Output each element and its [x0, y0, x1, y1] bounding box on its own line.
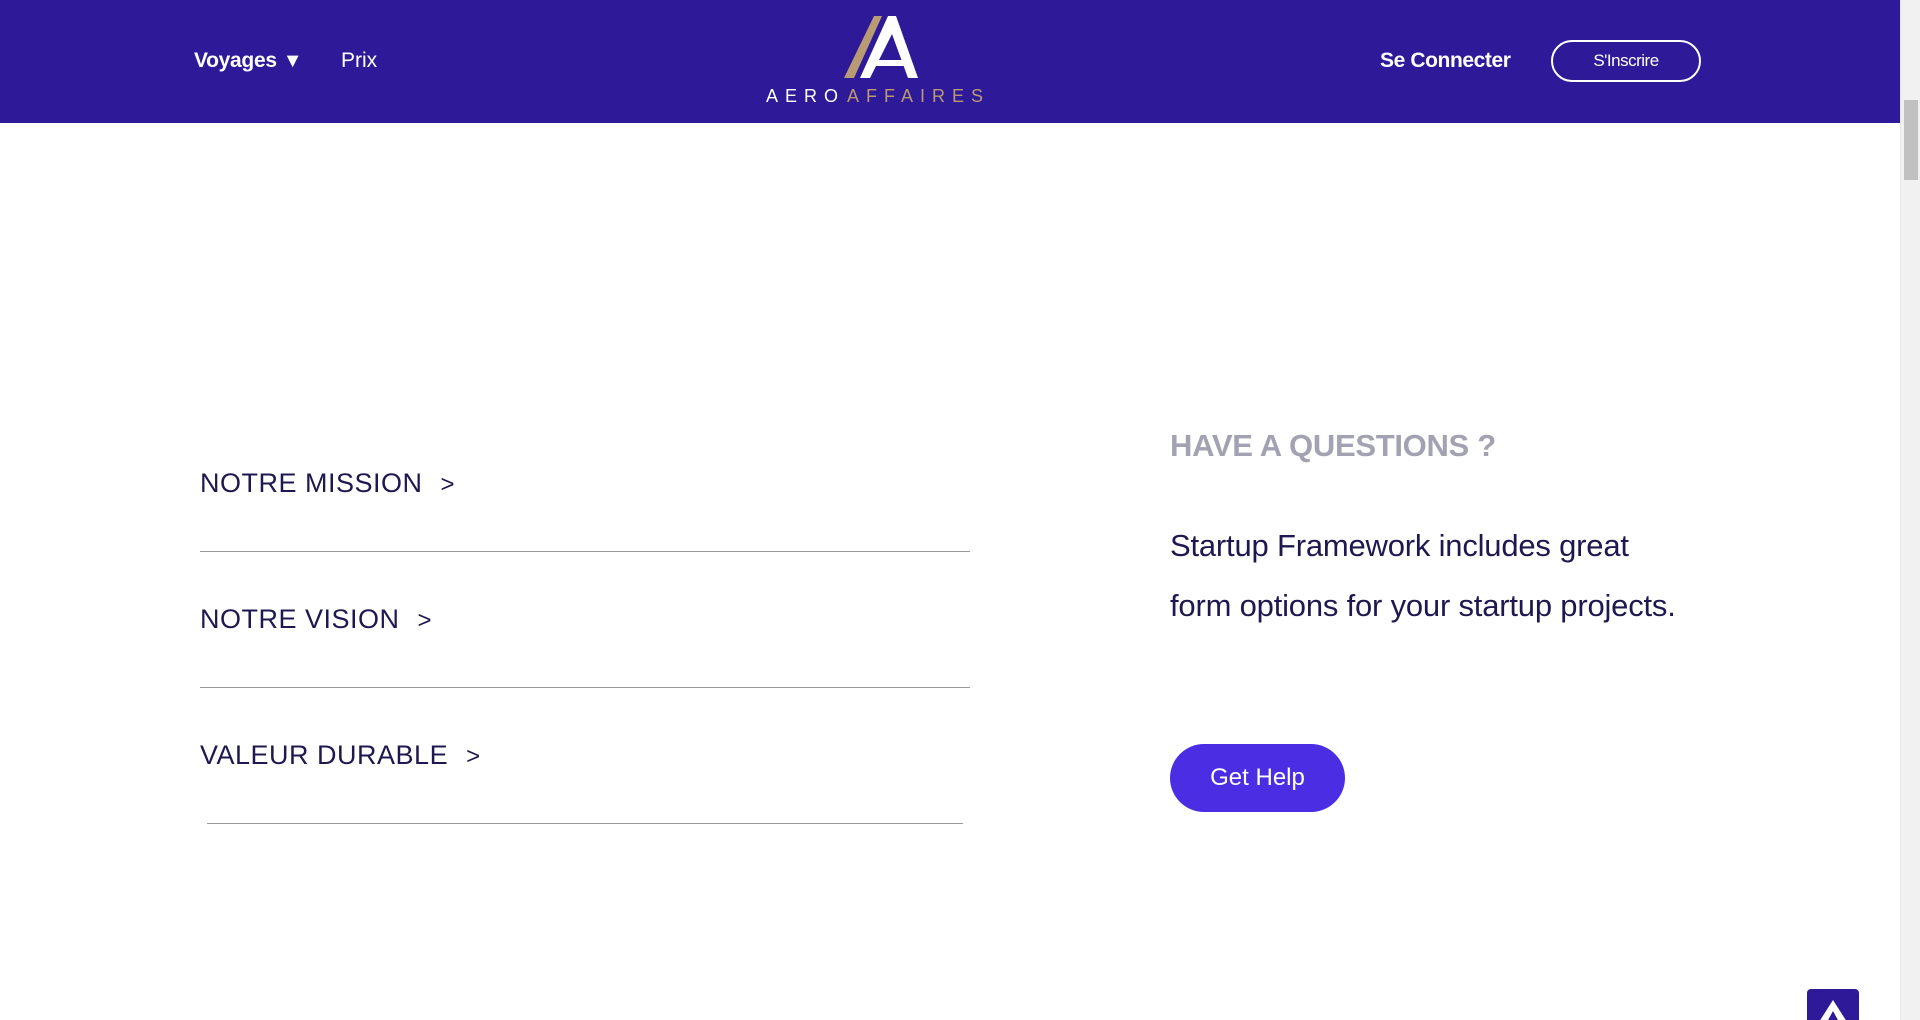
page: Voyages ▼ Prix AERO AFFAIRES Se Connecter …	[0, 0, 1920, 1020]
site-logo[interactable]: AERO AFFAIRES	[760, 14, 1000, 110]
get-help-button[interactable]: Get Help	[1170, 744, 1345, 812]
site-header: Voyages ▼ Prix AERO AFFAIRES Se Connecter …	[0, 0, 1900, 123]
accordion-label: VALEUR DURABLE	[200, 740, 449, 770]
accordion-title: VALEUR DURABLE >	[200, 740, 481, 771]
divider	[200, 551, 970, 552]
aero-affaires-logo-icon	[844, 16, 918, 78]
divider	[207, 823, 963, 824]
help-heading: HAVE A QUESTIONS ?	[1170, 428, 1496, 463]
accordion-item-valeur[interactable]: VALEUR DURABLE >	[200, 740, 970, 780]
accordion-title: NOTRE MISSION >	[200, 468, 455, 499]
nav-prix-link[interactable]: Prix	[341, 49, 377, 73]
arrow-up-icon	[1820, 1000, 1846, 1020]
divider	[200, 687, 970, 688]
chevron-right-icon: >	[440, 471, 456, 498]
chevron-right-icon: >	[417, 607, 433, 634]
nav-voyages-label: Voyages	[194, 49, 277, 72]
page-scrollbar[interactable]	[1900, 0, 1920, 1020]
scrollbar-thumb[interactable]	[1904, 100, 1918, 180]
accordion-title: NOTRE VISION >	[200, 604, 432, 635]
logo-wordmark: AERO AFFAIRES	[766, 86, 990, 107]
logo-word-affaires: AFFAIRES	[847, 86, 991, 106]
login-link[interactable]: Se Connecter	[1380, 49, 1511, 73]
help-description: Startup Framework includes great form op…	[1170, 528, 1676, 623]
caret-down-icon: ▼	[282, 50, 303, 72]
logo-word-aero: AERO	[766, 86, 846, 106]
accordion-item-vision[interactable]: NOTRE VISION >	[200, 604, 970, 644]
chevron-right-icon: >	[466, 743, 481, 770]
accordion-label: NOTRE MISSION	[200, 468, 423, 498]
signup-button[interactable]: S'Inscrire	[1551, 40, 1701, 82]
accordion-label: NOTRE VISION	[200, 604, 400, 634]
back-to-top-button[interactable]	[1807, 989, 1859, 1020]
accordion-item-mission[interactable]: NOTRE MISSION >	[200, 468, 970, 508]
nav-voyages-dropdown[interactable]: Voyages ▼	[194, 49, 303, 73]
